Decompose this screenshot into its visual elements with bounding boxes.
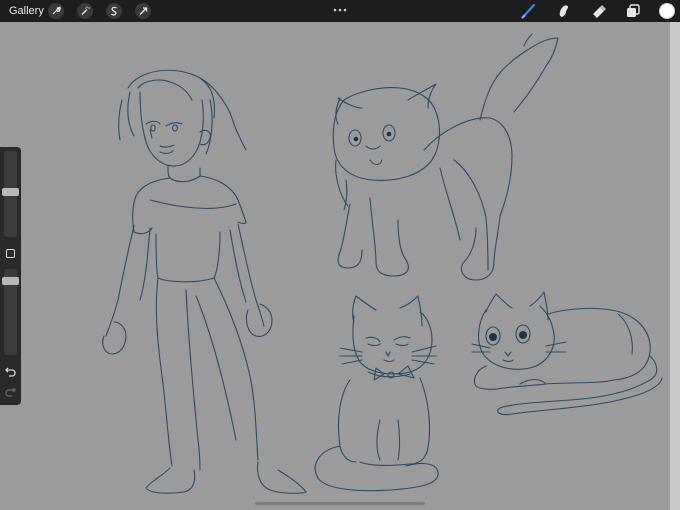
left-sidebar: [0, 147, 21, 405]
undo-icon[interactable]: [4, 365, 17, 378]
standing-cat: [332, 33, 559, 281]
sitting-cat-with-bow: [314, 295, 439, 492]
opacity-thumb[interactable]: [2, 276, 19, 285]
girl-figure: [102, 69, 307, 494]
lying-cat: [471, 291, 663, 416]
home-indicator: [255, 502, 425, 505]
brush-size-thumb[interactable]: [2, 188, 19, 197]
modify-square-icon[interactable]: [6, 249, 15, 258]
sketch-layer: [102, 33, 663, 494]
redo-icon[interactable]: [4, 385, 17, 398]
